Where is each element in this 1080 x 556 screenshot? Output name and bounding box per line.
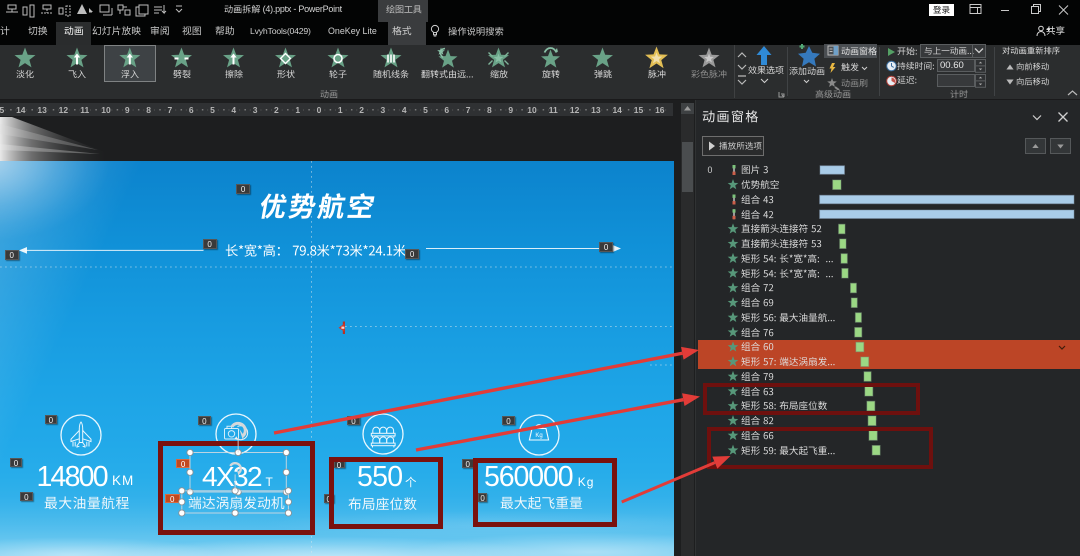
svg-text:12: 12 <box>570 105 580 115</box>
svg-text:5: 5 <box>423 105 428 115</box>
svg-text:4: 4 <box>402 105 407 115</box>
svg-text:7: 7 <box>466 105 471 115</box>
svg-text:13: 13 <box>591 105 601 115</box>
svg-text:5: 5 <box>210 105 215 115</box>
svg-text:10: 10 <box>527 105 537 115</box>
svg-text:2: 2 <box>274 105 279 115</box>
svg-text:1: 1 <box>295 105 300 115</box>
svg-text:11: 11 <box>549 105 558 115</box>
svg-text:12: 12 <box>59 105 69 115</box>
svg-text:15: 15 <box>634 105 644 115</box>
svg-text:11: 11 <box>80 105 89 115</box>
svg-text:6: 6 <box>444 105 449 115</box>
svg-text:4: 4 <box>231 105 236 115</box>
svg-text:14: 14 <box>16 105 26 115</box>
svg-text:7: 7 <box>168 105 173 115</box>
svg-text:8: 8 <box>146 105 151 115</box>
svg-text:6: 6 <box>189 105 194 115</box>
svg-text:3: 3 <box>253 105 258 115</box>
svg-text:15: 15 <box>0 105 4 115</box>
svg-text:Kg: Kg <box>535 433 542 439</box>
svg-text:13: 13 <box>37 105 47 115</box>
svg-text:3: 3 <box>381 105 386 115</box>
svg-text:16: 16 <box>655 105 665 115</box>
svg-text:0: 0 <box>317 105 322 115</box>
svg-text:9: 9 <box>125 105 130 115</box>
svg-text:8: 8 <box>487 105 492 115</box>
svg-text:1: 1 <box>338 105 343 115</box>
svg-text:9: 9 <box>508 105 513 115</box>
svg-text:14: 14 <box>612 105 622 115</box>
svg-text:2: 2 <box>359 105 364 115</box>
svg-text:10: 10 <box>101 105 111 115</box>
